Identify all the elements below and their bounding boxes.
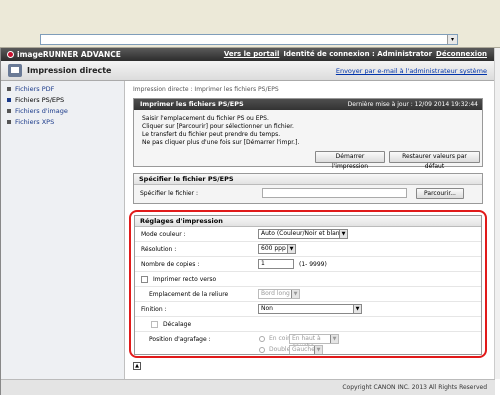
sidebar: Fichiers PDF Fichiers PS/EPS Fichiers d'…	[1, 81, 125, 379]
copies-row: Nombre de copies : 1 (1- 9999)	[135, 257, 481, 272]
page-title: Impression directe	[27, 66, 112, 75]
copies-range: (1- 9999)	[299, 261, 327, 268]
duplex-checkbox[interactable]	[141, 276, 148, 283]
staple-double-label: Double	[269, 346, 291, 353]
breadcrumb: Impression directe : Imprimer les fichie…	[133, 86, 279, 93]
staple-corner-label: En coin	[269, 335, 291, 342]
title-bar: Impression directe Envoyer par e-mail à …	[1, 61, 495, 81]
print-settings-panel: Réglages d'impression Mode couleur : Aut…	[134, 215, 482, 355]
chevron-down-icon: ▼	[330, 335, 338, 343]
color-mode-select[interactable]: Auto (Couleur/Noir et blanc) ▼	[258, 229, 348, 239]
binding-label: Emplacement de la reliure	[149, 291, 229, 298]
info-line: Saisir l'emplacement du fichier PS ou EP…	[142, 115, 269, 122]
offset-checkbox[interactable]	[151, 321, 158, 328]
footer: Copyright CANON INC. 2013 All Rights Res…	[1, 379, 495, 395]
info-line: Le transfert du fichier peut prendre du …	[142, 131, 281, 138]
file-path-input[interactable]	[262, 188, 407, 198]
finishing-select[interactable]: Non ▼	[258, 304, 362, 314]
bullet-icon	[7, 109, 11, 113]
header-links: Vers le portail Identité de connexion : …	[224, 50, 487, 58]
address-dropdown-icon[interactable]: ▾	[447, 35, 457, 44]
info-instructions: Saisir l'emplacement du fichier PS ou EP…	[134, 110, 482, 147]
settings-section-title: Réglages d'impression	[135, 216, 481, 227]
chevron-down-icon: ▼	[339, 230, 347, 238]
duplex-row: Imprimer recto verso	[135, 272, 481, 287]
sidebar-item-label: Fichiers XPS	[15, 118, 55, 126]
login-label: Identité de connexion : Administrator	[283, 50, 433, 58]
staple-double-value: Gauche	[292, 346, 315, 353]
color-mode-row: Mode couleur : Auto (Couleur/Noir et bla…	[135, 227, 481, 242]
staple-corner-radio[interactable]	[259, 336, 265, 342]
staple-corner-select[interactable]: En haut à gauche ▼	[289, 334, 339, 350]
sidebar-item-pdf[interactable]: Fichiers PDF	[1, 84, 124, 95]
duplex-label: Imprimer recto verso	[153, 276, 217, 283]
info-line: Cliquer sur [Parcourir] pour sélectionne…	[142, 123, 294, 130]
copies-input[interactable]: 1	[258, 259, 294, 269]
page: imageRUNNER ADVANCE Vers le portail Iden…	[0, 48, 500, 395]
sidebar-item-label: Fichiers d'image	[15, 107, 68, 115]
chevron-down-icon: ▼	[314, 346, 322, 354]
sidebar-item-label: Fichiers PDF	[15, 85, 55, 93]
staple-double-select[interactable]: Gauche ▼	[289, 345, 323, 354]
reset-defaults-button[interactable]: Restaurer valeurs par défaut	[389, 151, 480, 170]
finishing-value: Non	[261, 305, 273, 312]
file-section-title: Spécifier le fichier PS/EPS	[134, 174, 482, 185]
binding-row: Emplacement de la reliure Bord long ▼	[135, 287, 481, 302]
staple-double-radio[interactable]	[259, 347, 265, 353]
last-updated: Dernière mise à jour : 12/09 2014 19:32:…	[347, 101, 478, 108]
chevron-down-icon: ▼	[353, 305, 361, 313]
info-title: Imprimer les fichiers PS/EPS	[140, 100, 244, 108]
info-header: Imprimer les fichiers PS/EPS Dernière mi…	[134, 99, 482, 110]
offset-label: Décalage	[163, 321, 192, 328]
print-settings-highlight: Réglages d'impression Mode couleur : Aut…	[129, 210, 487, 358]
scroll-to-top-icon[interactable]: ▲	[133, 362, 141, 370]
info-panel: Imprimer les fichiers PS/EPS Dernière mi…	[133, 98, 483, 170]
info-line: Ne pas cliquer plus d'une fois sur [Déma…	[142, 139, 300, 146]
finishing-row: Finition : Non ▼	[135, 302, 481, 317]
brand-name: imageRUNNER ADVANCE	[17, 50, 121, 59]
main-content: Impression directe : Imprimer les fichie…	[129, 81, 487, 379]
sidebar-item-image[interactable]: Fichiers d'image	[1, 106, 124, 117]
chevron-down-icon: ▼	[287, 245, 295, 253]
browser-chrome: ▾	[0, 0, 500, 48]
file-panel: Spécifier le fichier PS/EPS Spécifier le…	[133, 173, 483, 204]
copies-label: Nombre de copies :	[141, 261, 200, 268]
copyright: Copyright CANON INC. 2013 All Rights Res…	[342, 384, 487, 391]
staple-label: Position d'agrafage :	[149, 336, 211, 343]
color-mode-value: Auto (Couleur/Noir et blanc)	[261, 230, 346, 237]
sidebar-item-label: Fichiers PS/EPS	[15, 96, 65, 104]
resolution-value: 600 ppp	[261, 245, 286, 252]
color-mode-label: Mode couleur :	[141, 231, 186, 238]
brand-logo-icon	[7, 51, 14, 58]
resolution-label: Résolution :	[141, 246, 177, 253]
file-label: Spécifier le fichier :	[140, 190, 199, 197]
staple-row: Position d'agrafage : En coin En haut à …	[135, 332, 481, 354]
finishing-label: Finition :	[141, 306, 167, 313]
bullet-icon	[7, 87, 11, 91]
sidebar-item-ps-eps[interactable]: Fichiers PS/EPS	[1, 95, 124, 106]
offset-row: Décalage	[135, 317, 481, 332]
vertical-scrollbar[interactable]	[494, 48, 500, 379]
chevron-down-icon: ▼	[291, 290, 299, 298]
file-row: Spécifier le fichier : Parcourir...	[134, 185, 482, 203]
portal-link[interactable]: Vers le portail	[224, 50, 280, 58]
binding-select[interactable]: Bord long ▼	[258, 289, 300, 299]
binding-value: Bord long	[261, 290, 290, 297]
resolution-row: Résolution : 600 ppp ▼	[135, 242, 481, 257]
bullet-icon	[7, 98, 11, 102]
top-bar: imageRUNNER ADVANCE Vers le portail Iden…	[1, 48, 495, 61]
start-print-button[interactable]: Démarrer l'impression	[315, 151, 385, 170]
address-bar[interactable]: ▾	[40, 34, 458, 45]
printer-icon	[8, 64, 22, 77]
send-email-link[interactable]: Envoyer par e-mail à l'administrateur sy…	[336, 67, 487, 75]
brand: imageRUNNER ADVANCE	[7, 50, 121, 59]
logout-link[interactable]: Déconnexion	[436, 50, 487, 58]
bullet-icon	[7, 120, 11, 124]
sidebar-item-xps[interactable]: Fichiers XPS	[1, 117, 124, 128]
browse-button[interactable]: Parcourir...	[416, 188, 464, 199]
resolution-select[interactable]: 600 ppp ▼	[258, 244, 296, 254]
